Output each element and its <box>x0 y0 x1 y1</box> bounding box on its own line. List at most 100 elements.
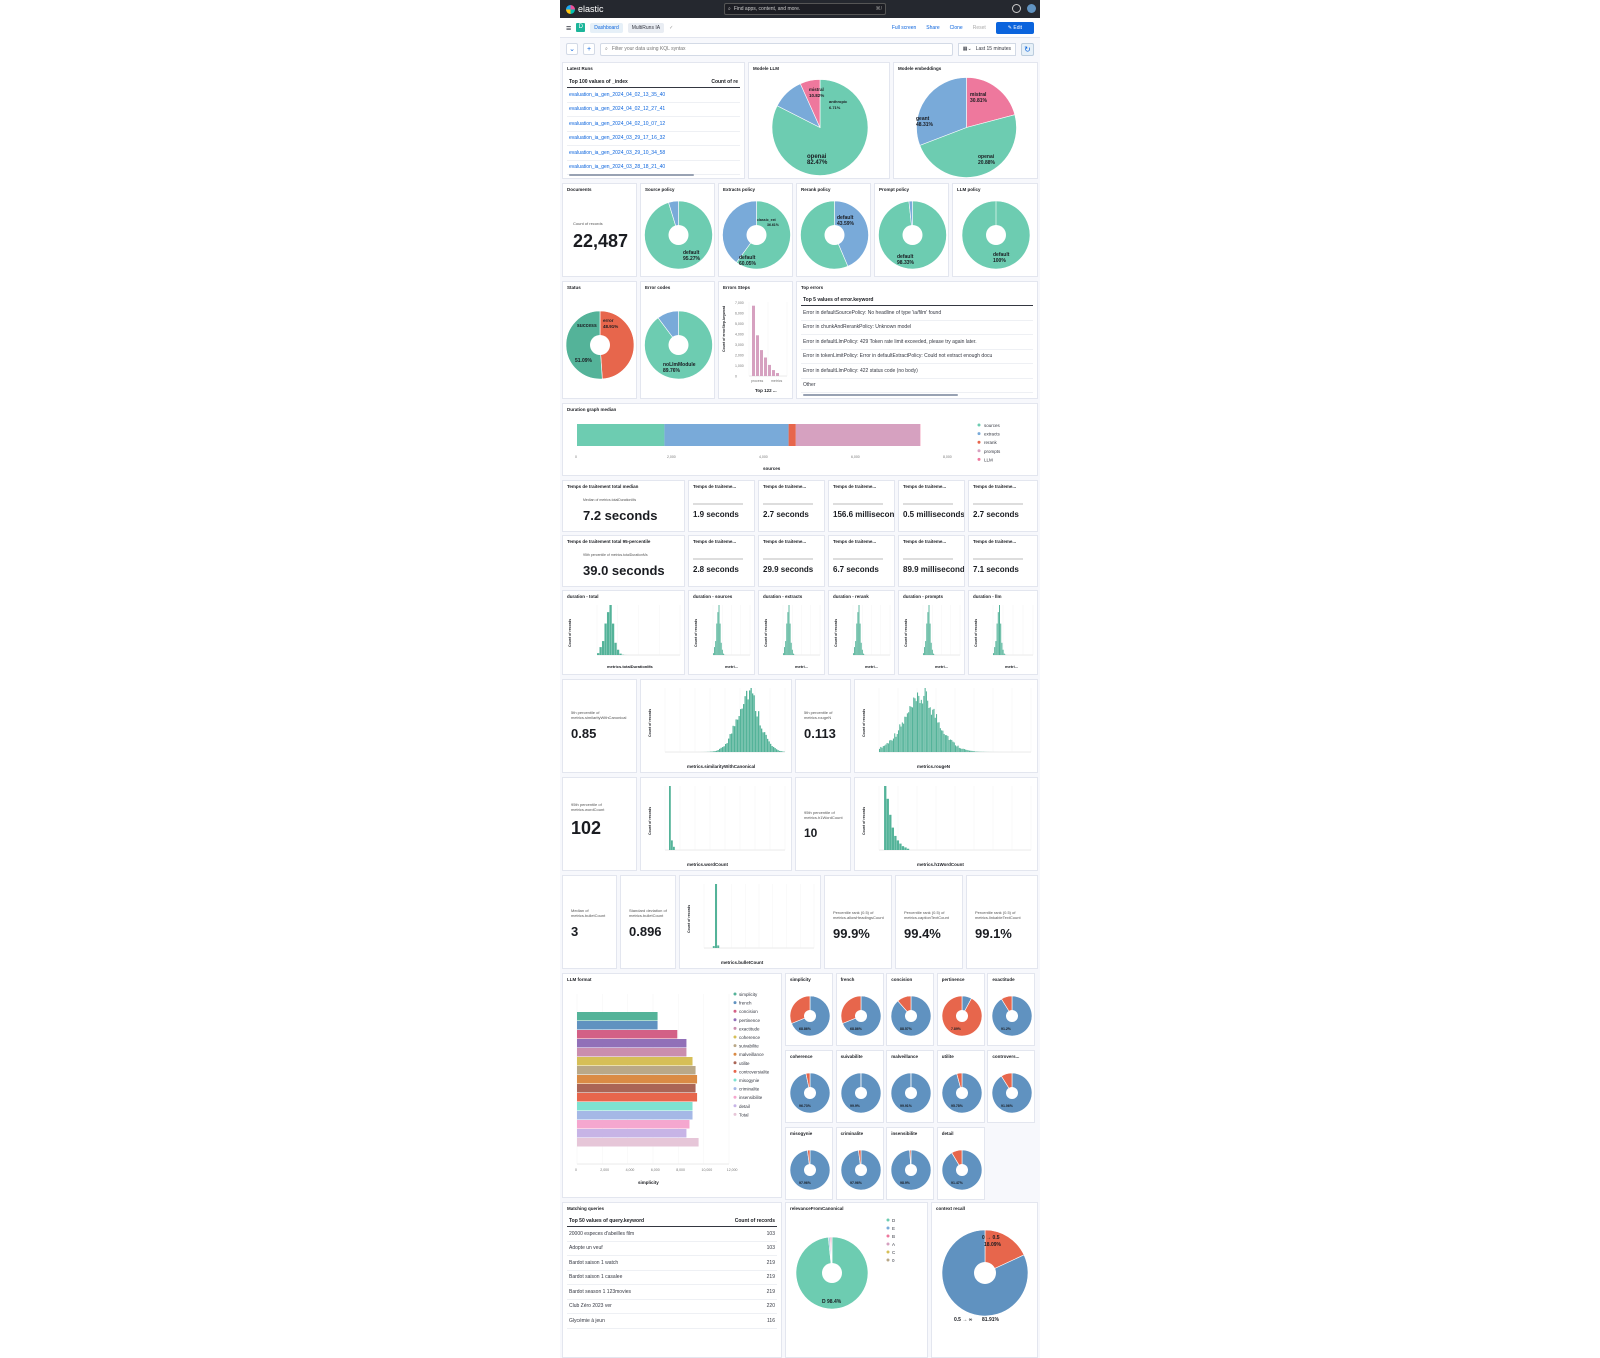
histogram-bar[interactable] <box>604 623 607 655</box>
histogram-bar[interactable] <box>915 701 917 752</box>
histogram-bar[interactable] <box>914 698 916 752</box>
run-link[interactable]: evaluation_ia_gen_2024_04_02_10_07_12 <box>569 121 665 127</box>
table-row[interactable]: evaluation_ia_gen_2024_04_02_12_27_41 <box>567 103 740 117</box>
histogram-bar[interactable] <box>750 688 752 752</box>
duration-segment[interactable] <box>788 424 796 446</box>
histogram-bar[interactable] <box>891 740 893 752</box>
histogram-bar[interactable] <box>922 703 924 752</box>
histogram-bar[interactable] <box>732 725 734 752</box>
histogram-bar[interactable] <box>900 726 902 752</box>
histogram-bar[interactable] <box>955 745 957 752</box>
histogram-bar[interactable] <box>717 750 719 752</box>
scrollbar[interactable] <box>569 174 694 176</box>
edit-button[interactable]: ✎ Edit <box>995 21 1034 34</box>
histogram-bar[interactable] <box>791 649 793 655</box>
column-header[interactable]: Count of re <box>711 79 738 85</box>
error-step-bar[interactable] <box>768 364 771 376</box>
refresh-button[interactable]: ↻ <box>1021 42 1034 56</box>
histogram-bar[interactable] <box>784 647 786 655</box>
histogram-bar[interactable] <box>892 738 894 752</box>
histogram-bar[interactable] <box>1001 642 1003 655</box>
histogram-bar[interactable] <box>934 717 936 752</box>
table-row[interactable]: Error in chunkAndRerankPolicy: Unknown m… <box>801 321 1033 335</box>
histogram-bar[interactable] <box>1003 653 1005 655</box>
add-filter-button[interactable]: + <box>583 43 595 55</box>
histogram-bar[interactable] <box>958 747 960 752</box>
error-step-bar[interactable] <box>760 350 763 376</box>
histogram-bar[interactable] <box>886 798 889 850</box>
histogram-bar[interactable] <box>780 751 782 752</box>
column-header[interactable]: Top 5 values of error.keyword <box>803 297 874 303</box>
histogram-bar[interactable] <box>860 642 862 655</box>
histogram-bar[interactable] <box>761 728 763 752</box>
histogram-bar[interactable] <box>943 733 945 752</box>
table-row[interactable]: Club Zéro 2023 ver 220 <box>567 1300 777 1314</box>
histogram-bar[interactable] <box>737 719 739 752</box>
histogram-bar[interactable] <box>671 840 673 850</box>
histogram-bar[interactable] <box>762 732 764 752</box>
histogram-bar[interactable] <box>601 641 605 655</box>
histogram-bar[interactable] <box>968 750 970 752</box>
histogram-bar[interactable] <box>961 748 963 752</box>
histogram-bar[interactable] <box>905 716 907 752</box>
histogram-bar[interactable] <box>928 708 930 752</box>
histogram-bar[interactable] <box>756 716 758 752</box>
histogram-bar[interactable] <box>931 649 933 655</box>
table-row[interactable]: 20000 especes d'abeilles film 103 <box>567 1227 777 1242</box>
histogram-bar[interactable] <box>879 748 881 752</box>
histogram-bar[interactable] <box>884 745 886 752</box>
llm-format-bar[interactable] <box>577 1138 699 1147</box>
histogram-bar[interactable] <box>614 642 617 655</box>
global-search-input[interactable]: ⌕ Find apps, content, and more. ⌘/ <box>724 3 886 15</box>
llm-format-bar[interactable] <box>577 1039 687 1048</box>
table-row[interactable]: evaluation_ia_gen_2024_04_02_10_07_12 <box>567 117 740 132</box>
histogram-bar[interactable] <box>970 750 972 752</box>
error-step-bar[interactable] <box>776 373 779 376</box>
table-row[interactable]: Bardot season 1 123movies 219 <box>567 1285 777 1300</box>
histogram-bar[interactable] <box>901 846 905 850</box>
histogram-bar[interactable] <box>597 653 600 655</box>
run-link[interactable]: evaluation_ia_gen_2024_04_02_13_35_40 <box>569 92 665 98</box>
histogram-bar[interactable] <box>735 719 737 752</box>
histogram-bar[interactable] <box>715 884 717 948</box>
histogram-bar[interactable] <box>714 751 716 752</box>
histogram-bar[interactable] <box>713 751 715 752</box>
llm-format-bar[interactable] <box>577 1084 696 1093</box>
histogram-bar[interactable] <box>717 945 720 948</box>
fullscreen-button[interactable]: Full screen <box>892 25 916 31</box>
histogram-bar[interactable] <box>859 623 861 655</box>
duration-segment[interactable] <box>664 424 789 446</box>
histogram-bar[interactable] <box>753 695 755 752</box>
elastic-logo[interactable]: elastic <box>566 4 604 14</box>
table-row[interactable]: Other <box>801 379 1033 393</box>
run-link[interactable]: evaluation_ia_gen_2024_03_28_18_21_40 <box>569 164 665 170</box>
date-picker[interactable]: ▦⌄ Last 15 minutes <box>957 42 1016 56</box>
share-button[interactable]: Share <box>926 25 939 31</box>
histogram-bar[interactable] <box>995 641 997 655</box>
histogram-bar[interactable] <box>917 692 919 752</box>
histogram-bar[interactable] <box>997 612 999 655</box>
histogram-bar[interactable] <box>755 711 757 752</box>
histogram-bar[interactable] <box>881 747 883 752</box>
column-header[interactable]: Top 100 values of _index <box>569 79 628 85</box>
histogram-bar[interactable] <box>722 653 724 655</box>
run-link[interactable]: evaluation_ia_gen_2024_03_29_10_34_58 <box>569 150 665 156</box>
histogram-bar[interactable] <box>716 623 718 655</box>
histogram-bar[interactable] <box>619 653 622 655</box>
histogram-bar[interactable] <box>722 747 724 752</box>
histogram-bar[interactable] <box>947 736 949 752</box>
histogram-bar[interactable] <box>712 946 715 948</box>
error-step-bar[interactable] <box>756 335 759 376</box>
column-header[interactable]: Count of records <box>735 1218 775 1224</box>
histogram-bar[interactable] <box>899 724 901 752</box>
run-link[interactable]: evaluation_ia_gen_2024_04_02_12_27_41 <box>569 106 665 112</box>
histogram-bar[interactable] <box>948 739 950 752</box>
histogram-bar[interactable] <box>746 690 748 752</box>
histogram-bar[interactable] <box>939 728 941 752</box>
histogram-bar[interactable] <box>936 714 938 752</box>
table-row[interactable]: Bardot saison 1 casalee 219 <box>567 1271 777 1285</box>
histogram-bar[interactable] <box>719 748 721 752</box>
table-row[interactable]: Glycémie à jeun 116 <box>567 1314 777 1329</box>
histogram-bar[interactable] <box>920 699 922 752</box>
histogram-bar[interactable] <box>731 733 733 752</box>
